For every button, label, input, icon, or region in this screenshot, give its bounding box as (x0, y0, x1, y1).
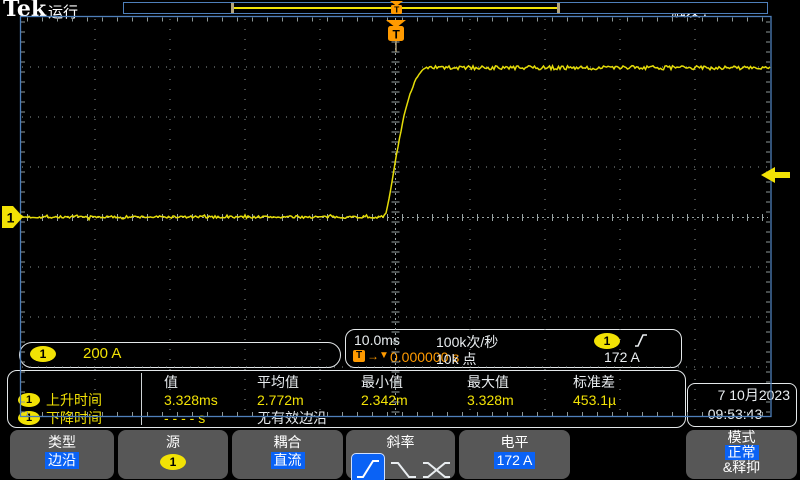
measurement-header-row: 值 平均值 最小值 最大值 标准差 (18, 372, 681, 390)
meas-name: 上升时间 (46, 390, 102, 410)
svg-text:T: T (393, 28, 401, 42)
bottom-menu: 类型 边沿 源 1 耦合 直流 斜率 电平 172 A (0, 428, 800, 480)
channel1-badge: 1 (30, 346, 56, 362)
meas-max: 3.328m (467, 392, 573, 408)
menu-type-label: 类型 (10, 432, 114, 452)
meas-value: 3.328ms (164, 392, 257, 408)
menu-coupling-button[interactable]: 耦合 直流 (232, 430, 343, 479)
meas-note: 无有效边沿 (257, 408, 573, 428)
oscilloscope-screen: Tek 运行 触发? 10.0ms 100k次/秒 1 T → ▼ 0.0000… (0, 0, 800, 480)
time-readout: 09:53:43 (688, 405, 796, 424)
trigger-level-arrow[interactable] (761, 167, 790, 183)
menu-mode-value: 正常 (725, 445, 759, 460)
channel1-marker[interactable]: 1 (2, 206, 23, 228)
date-readout: 7 10月2023 (688, 384, 796, 405)
meas-source-badge: 1 (18, 393, 40, 407)
channel1-scale: 200 A (83, 345, 121, 362)
menu-slope-button[interactable]: 斜率 (346, 430, 455, 479)
meas-source-badge: 1 (18, 411, 40, 425)
channel1-readout: 1 200 A (19, 342, 341, 368)
trigger-position-mini-marker: T (390, 1, 403, 15)
horizontal-trigger-readout: 10.0ms 100k次/秒 1 T → ▼ 0.000000 s 10k 点 … (345, 329, 682, 368)
menu-mode-button[interactable]: 模式 正常 &释抑 (686, 430, 797, 479)
menu-coupling-value: 直流 (271, 452, 305, 469)
meas-stddev: 453.1µ (573, 392, 681, 408)
svg-text:1: 1 (7, 210, 15, 226)
col-max: 最大值 (467, 372, 573, 392)
col-min: 最小值 (361, 372, 467, 392)
menu-slope-label: 斜率 (346, 432, 455, 452)
menu-mode-label: 模式 (686, 430, 797, 445)
trigger-slope-icon (634, 333, 648, 348)
meas-value: - - - - s (164, 410, 257, 426)
slope-rising-icon[interactable] (351, 453, 385, 480)
measurement-row-rise-time: 1 上升时间 3.328ms 2.772m 2.342m 3.328m 453.… (18, 390, 681, 408)
trigger-source-badge: 1 (594, 333, 620, 349)
datetime-box: 7 10月2023 09:53:43 (687, 383, 797, 427)
window-left-bracket (231, 3, 234, 13)
menu-source-badge: 1 (160, 454, 186, 470)
menu-level-button[interactable]: 电平 172 A (459, 430, 570, 479)
timebase-readout: 10.0ms (354, 332, 400, 348)
svg-text:T: T (394, 5, 400, 15)
slope-either-icon[interactable] (421, 458, 451, 480)
trigger-position-icon: T (353, 350, 365, 362)
menu-mode-value2: &释抑 (686, 460, 797, 475)
record-length-readout: 10k 点 (436, 349, 476, 369)
arrow-right-icon: → (367, 349, 379, 363)
meas-min: 2.342m (361, 392, 467, 408)
menu-type-value: 边沿 (45, 452, 79, 469)
trigger-caret-icon: ▼ (379, 350, 389, 361)
trigger-level-readout: 172 A (604, 349, 640, 365)
menu-level-value: 172 A (494, 452, 536, 469)
trigger-position-marker[interactable]: T (386, 20, 406, 52)
col-std: 标准差 (573, 372, 681, 392)
col-mean: 平均值 (257, 372, 361, 392)
col-value: 值 (164, 372, 257, 392)
menu-coupling-label: 耦合 (232, 432, 343, 452)
measurement-table: 值 平均值 最小值 最大值 标准差 1 上升时间 3.328ms 2.772m … (7, 370, 686, 428)
menu-source-button[interactable]: 源 1 (118, 430, 228, 479)
meas-mean: 2.772m (257, 392, 361, 408)
slope-falling-icon[interactable] (388, 458, 418, 480)
waveform-trace (20, 66, 770, 220)
menu-level-label: 电平 (459, 432, 570, 452)
trigger-status: 触发? (671, 0, 709, 21)
acquisition-status: 运行 (48, 1, 78, 22)
tek-logo: Tek (3, 0, 46, 22)
menu-type-button[interactable]: 类型 边沿 (10, 430, 114, 479)
measurement-row-fall-time: 1 下降时间 - - - - s 无有效边沿 (18, 408, 681, 426)
meas-name: 下降时间 (46, 408, 102, 428)
menu-source-label: 源 (118, 432, 228, 452)
window-right-bracket (557, 3, 560, 13)
